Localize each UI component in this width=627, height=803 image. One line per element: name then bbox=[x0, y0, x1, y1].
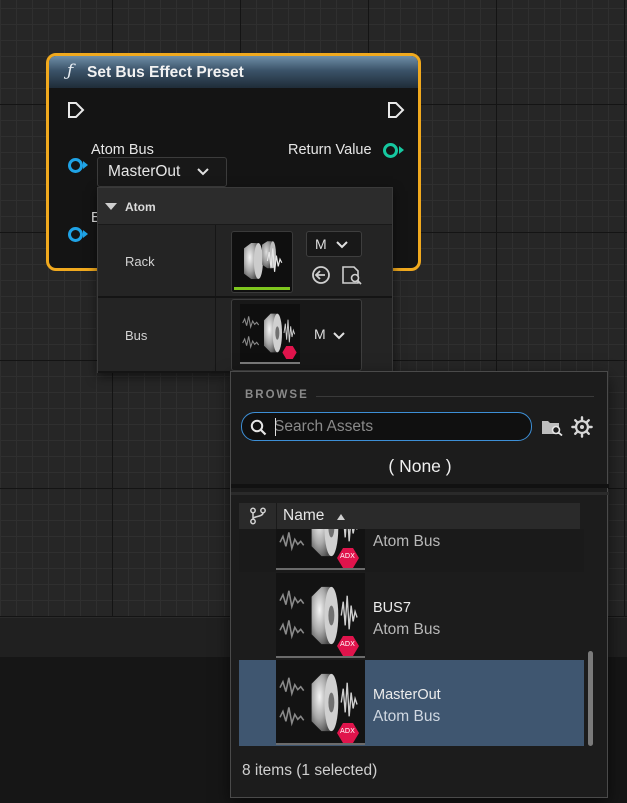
asset-count-status: 8 items (1 selected) bbox=[242, 762, 378, 779]
chevron-down-icon bbox=[197, 168, 209, 176]
node-header[interactable]: ƒ Set Bus Effect Preset bbox=[49, 56, 418, 88]
asset-color-bar bbox=[276, 568, 365, 570]
property-splitter[interactable] bbox=[215, 225, 216, 296]
asset-row[interactable]: ADX BUS7 Atom Bus bbox=[239, 573, 584, 660]
adx-badge-text: ADX bbox=[340, 640, 355, 648]
atom-section-header[interactable]: Atom bbox=[98, 188, 392, 225]
asset-list[interactable]: ADX Atom Bus ADX BUS7 Atom Bus ADX Maste… bbox=[239, 529, 584, 746]
rack-asset-icon bbox=[234, 234, 290, 288]
collapse-triangle-icon bbox=[105, 203, 117, 210]
picker-separator-light bbox=[231, 492, 609, 495]
atom-bus-details-dropdown: Atom Rack M Bus M bbox=[97, 187, 393, 373]
column-splitter[interactable] bbox=[276, 503, 277, 529]
atom-bus-combo-value: MasterOut bbox=[108, 163, 181, 180]
search-input[interactable] bbox=[274, 416, 524, 438]
asset-type: Atom Bus bbox=[373, 533, 441, 550]
rack-property-name: Rack bbox=[125, 254, 155, 269]
rack-asset-combo[interactable]: M bbox=[306, 231, 362, 257]
search-box[interactable] bbox=[241, 412, 532, 441]
function-icon: ƒ bbox=[67, 61, 74, 81]
picker-separator bbox=[231, 484, 609, 488]
atom-bus-pin-icon[interactable] bbox=[68, 158, 83, 173]
name-column-header[interactable]: Name bbox=[283, 507, 324, 525]
rack-asset-thumbnail[interactable] bbox=[231, 231, 293, 293]
exec-out-pin-icon[interactable] bbox=[387, 101, 405, 119]
bus-asset-thumbnail bbox=[240, 304, 300, 364]
asset-list-scrollbar[interactable] bbox=[588, 651, 593, 746]
browse-heading: BROWSE bbox=[245, 389, 309, 401]
asset-picker-popup: BROWSE ( None ) Name bbox=[230, 371, 609, 798]
asset-row[interactable]: ADX Atom Bus bbox=[239, 529, 584, 572]
effect-preset-pin-arrow bbox=[83, 230, 88, 238]
adx-badge-text: ADX bbox=[340, 552, 355, 560]
asset-thumbnail: ADX bbox=[276, 660, 365, 745]
adx-badge-icon bbox=[282, 346, 297, 359]
browse-to-asset-icon[interactable] bbox=[341, 265, 363, 285]
browse-heading-rule bbox=[316, 396, 594, 397]
search-icon bbox=[250, 419, 267, 436]
folder-search-icon[interactable] bbox=[541, 418, 563, 436]
bus-asset-combo-value: M bbox=[314, 326, 326, 342]
chevron-down-icon bbox=[333, 332, 345, 340]
bus-property-row: Bus M bbox=[98, 298, 392, 373]
bus-property-name: Bus bbox=[125, 328, 148, 343]
return-value-pin-icon[interactable] bbox=[383, 143, 398, 158]
use-selected-asset-icon[interactable] bbox=[311, 265, 331, 285]
atom-bus-combo[interactable]: MasterOut bbox=[97, 157, 227, 187]
asset-name: MasterOut bbox=[373, 687, 441, 703]
bus-asset-color-bar bbox=[240, 362, 300, 364]
gear-icon[interactable] bbox=[571, 416, 593, 438]
node-title: Set Bus Effect Preset bbox=[87, 64, 244, 81]
rack-property-row: Rack M bbox=[98, 225, 392, 298]
rack-asset-color-bar bbox=[234, 287, 290, 290]
asset-row-selected[interactable]: ADX MasterOut Atom Bus bbox=[239, 660, 584, 746]
return-value-label: Return Value bbox=[288, 142, 372, 158]
atom-bus-pin-arrow bbox=[83, 161, 88, 169]
text-caret bbox=[275, 418, 276, 436]
asset-color-bar bbox=[276, 743, 365, 745]
adx-badge-text: ADX bbox=[340, 727, 355, 735]
none-option[interactable]: ( None ) bbox=[231, 456, 609, 477]
bus-asset-combo[interactable]: M bbox=[231, 299, 362, 371]
asset-thumbnail: ADX bbox=[276, 573, 365, 658]
atom-section-label: Atom bbox=[125, 200, 156, 214]
property-splitter[interactable] bbox=[215, 298, 216, 371]
asset-list-header: Name bbox=[239, 503, 580, 529]
asset-color-bar bbox=[276, 656, 365, 658]
chevron-down-icon bbox=[336, 241, 348, 249]
atom-bus-label: Atom Bus bbox=[91, 142, 154, 158]
effect-preset-pin-icon[interactable] bbox=[68, 227, 83, 242]
rack-asset-combo-value: M bbox=[315, 236, 327, 252]
asset-name: BUS7 bbox=[373, 600, 411, 616]
return-value-pin-arrow bbox=[399, 146, 404, 154]
asset-type: Atom Bus bbox=[373, 708, 441, 725]
source-control-branch-icon[interactable] bbox=[249, 507, 267, 525]
asset-type: Atom Bus bbox=[373, 621, 441, 638]
sort-ascending-icon bbox=[337, 514, 345, 520]
asset-thumbnail: ADX bbox=[276, 529, 365, 570]
exec-in-pin-icon[interactable] bbox=[67, 101, 85, 119]
